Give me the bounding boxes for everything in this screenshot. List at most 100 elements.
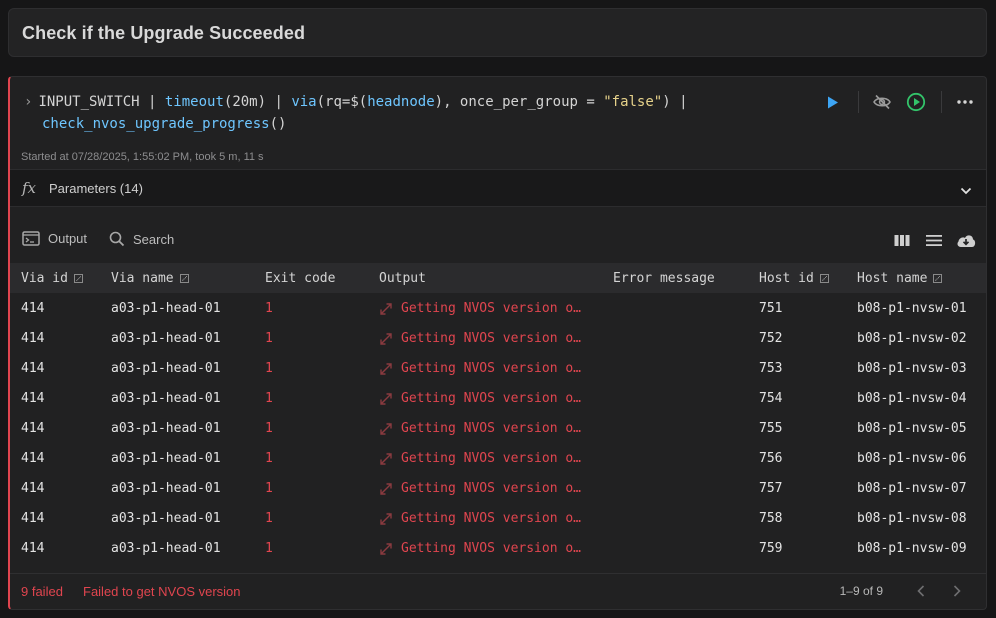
more-icon[interactable] bbox=[954, 91, 976, 113]
table-row[interactable]: 414 a03-p1-head-01 1 Getting NVOS version o… bbox=[10, 353, 986, 383]
cell-via-id: 414 bbox=[21, 361, 45, 376]
toolbar-divider bbox=[858, 91, 859, 113]
chevron-down-icon[interactable] bbox=[960, 182, 972, 200]
function-icon: fx bbox=[22, 179, 37, 197]
column-label: Via id bbox=[21, 271, 68, 286]
table-row[interactable]: 414 a03-p1-head-01 1 Getting NVOS version o… bbox=[10, 413, 986, 443]
table-row[interactable]: 414 a03-p1-head-01 1 Getting NVOS version o… bbox=[10, 323, 986, 353]
column-header-host-name[interactable]: Host name bbox=[857, 271, 943, 286]
cell-host-id: 754 bbox=[759, 391, 783, 406]
cell-via-name: a03-p1-head-01 bbox=[111, 541, 221, 556]
collapse-chevron-icon[interactable]: › bbox=[24, 94, 32, 110]
failed-count: 9 failed bbox=[21, 584, 63, 599]
table-row[interactable]: 414 a03-p1-head-01 1 Getting NVOS version o… bbox=[10, 533, 986, 563]
cell-host-id: 756 bbox=[759, 451, 783, 466]
code-line-1: › INPUT_SWITCH | timeout(20m) | via(rq=$(… bbox=[24, 91, 724, 113]
code-token: (rq=$( bbox=[316, 94, 368, 110]
expand-icon[interactable] bbox=[379, 362, 393, 376]
cell-exit-code: 1 bbox=[265, 361, 273, 376]
code-arg-headnode: headnode bbox=[367, 94, 435, 110]
cell-via-name: a03-p1-head-01 bbox=[111, 361, 221, 376]
terminal-icon bbox=[22, 231, 40, 246]
column-label: Exit code bbox=[265, 271, 336, 286]
column-header-exit-code[interactable]: Exit code bbox=[265, 271, 335, 286]
table-row[interactable]: 414 a03-p1-head-01 1 Getting NVOS version o… bbox=[10, 443, 986, 473]
table-row[interactable]: 414 a03-p1-head-01 1 Getting NVOS version o… bbox=[10, 503, 986, 533]
column-label: Output bbox=[379, 271, 426, 286]
column-header-host-id[interactable]: Host id bbox=[759, 271, 829, 286]
table-row[interactable]: 414 a03-p1-head-01 1 Getting NVOS version o… bbox=[10, 383, 986, 413]
expand-icon[interactable] bbox=[379, 332, 393, 346]
cell-exit-code: 1 bbox=[265, 391, 273, 406]
cell-via-name: a03-p1-head-01 bbox=[111, 391, 221, 406]
cell-output[interactable]: Getting NVOS version o… bbox=[379, 301, 581, 316]
output-preview: Getting NVOS version o… bbox=[401, 331, 582, 346]
sort-icon[interactable] bbox=[933, 274, 943, 283]
cell-via-name: a03-p1-head-01 bbox=[111, 331, 221, 346]
table-row[interactable]: 414 a03-p1-head-01 1 Getting NVOS version o… bbox=[10, 473, 986, 503]
expand-icon[interactable] bbox=[379, 302, 393, 316]
column-label: Via name bbox=[111, 271, 174, 286]
search-button[interactable]: Search bbox=[109, 231, 174, 247]
expand-icon[interactable] bbox=[379, 392, 393, 406]
cell-exit-code: 1 bbox=[265, 421, 273, 436]
density-icon[interactable] bbox=[924, 230, 944, 250]
output-tab-label: Output bbox=[48, 231, 88, 246]
sort-icon[interactable] bbox=[73, 274, 83, 283]
cell-output[interactable]: Getting NVOS version o… bbox=[379, 421, 581, 436]
play-circle-icon[interactable] bbox=[905, 91, 927, 113]
cell-output[interactable]: Getting NVOS version o… bbox=[379, 361, 581, 376]
cell-output[interactable]: Getting NVOS version o… bbox=[379, 511, 581, 526]
cell-exit-code: 1 bbox=[265, 511, 273, 526]
column-header-error-message[interactable]: Error message bbox=[613, 271, 715, 286]
code-editor[interactable]: › INPUT_SWITCH | timeout(20m) | via(rq=$(… bbox=[24, 91, 724, 135]
cell-via-id: 414 bbox=[21, 481, 45, 496]
output-preview: Getting NVOS version o… bbox=[401, 451, 582, 466]
status-footer: 9 failed Failed to get NVOS version 1–9 … bbox=[10, 573, 986, 609]
sort-icon[interactable] bbox=[819, 274, 829, 283]
cell-via-id: 414 bbox=[21, 391, 45, 406]
parameters-bar[interactable]: fx Parameters (14) bbox=[10, 169, 986, 207]
output-preview: Getting NVOS version o… bbox=[401, 301, 582, 316]
cell-host-name: b08-p1-nvsw-03 bbox=[857, 361, 967, 376]
column-header-output[interactable]: Output bbox=[379, 271, 426, 286]
cell-exit-code: 1 bbox=[265, 331, 273, 346]
cloud-download-icon[interactable] bbox=[956, 230, 976, 250]
chevron-right-icon[interactable] bbox=[949, 583, 965, 599]
pagination-label: 1–9 of 9 bbox=[839, 584, 883, 598]
expand-icon[interactable] bbox=[379, 542, 393, 556]
cell-output[interactable]: Getting NVOS version o… bbox=[379, 391, 581, 406]
expand-icon[interactable] bbox=[379, 422, 393, 436]
expand-icon[interactable] bbox=[379, 452, 393, 466]
sort-icon[interactable] bbox=[179, 274, 189, 283]
output-actions bbox=[880, 230, 976, 250]
output-tab[interactable]: Output bbox=[22, 231, 87, 246]
cell-host-id: 751 bbox=[759, 301, 783, 316]
eye-off-icon[interactable] bbox=[871, 91, 893, 113]
code-token: () bbox=[269, 116, 287, 132]
cell-via-name: a03-p1-head-01 bbox=[111, 511, 221, 526]
cell-exit-code: 1 bbox=[265, 481, 273, 496]
code-fn-check: check_nvos_upgrade_progress bbox=[42, 116, 270, 132]
chevron-left-icon[interactable] bbox=[913, 583, 929, 599]
code-token: ) | bbox=[662, 94, 688, 110]
cell-output[interactable]: Getting NVOS version o… bbox=[379, 331, 581, 346]
cell-host-name: b08-p1-nvsw-07 bbox=[857, 481, 967, 496]
search-label: Search bbox=[133, 231, 175, 247]
cell-output[interactable]: Getting NVOS version o… bbox=[379, 541, 581, 556]
code-token: (20m) | bbox=[223, 94, 292, 110]
toolbar-divider bbox=[941, 91, 942, 113]
cell-output[interactable]: Getting NVOS version o… bbox=[379, 451, 581, 466]
play-icon[interactable] bbox=[822, 91, 844, 113]
cell-host-id: 753 bbox=[759, 361, 783, 376]
column-header-via-name[interactable]: Via name bbox=[111, 271, 189, 286]
cell-output[interactable]: Getting NVOS version o… bbox=[379, 481, 581, 496]
cell-via-name: a03-p1-head-01 bbox=[111, 301, 221, 316]
column-header-via-id[interactable]: Via id bbox=[21, 271, 83, 286]
columns-icon[interactable] bbox=[892, 230, 912, 250]
expand-icon[interactable] bbox=[379, 482, 393, 496]
output-preview: Getting NVOS version o… bbox=[401, 421, 582, 436]
table-row[interactable]: 414 a03-p1-head-01 1 Getting NVOS version o… bbox=[10, 293, 986, 323]
table-body: 414 a03-p1-head-01 1 Getting NVOS version o… bbox=[10, 293, 986, 563]
expand-icon[interactable] bbox=[379, 512, 393, 526]
